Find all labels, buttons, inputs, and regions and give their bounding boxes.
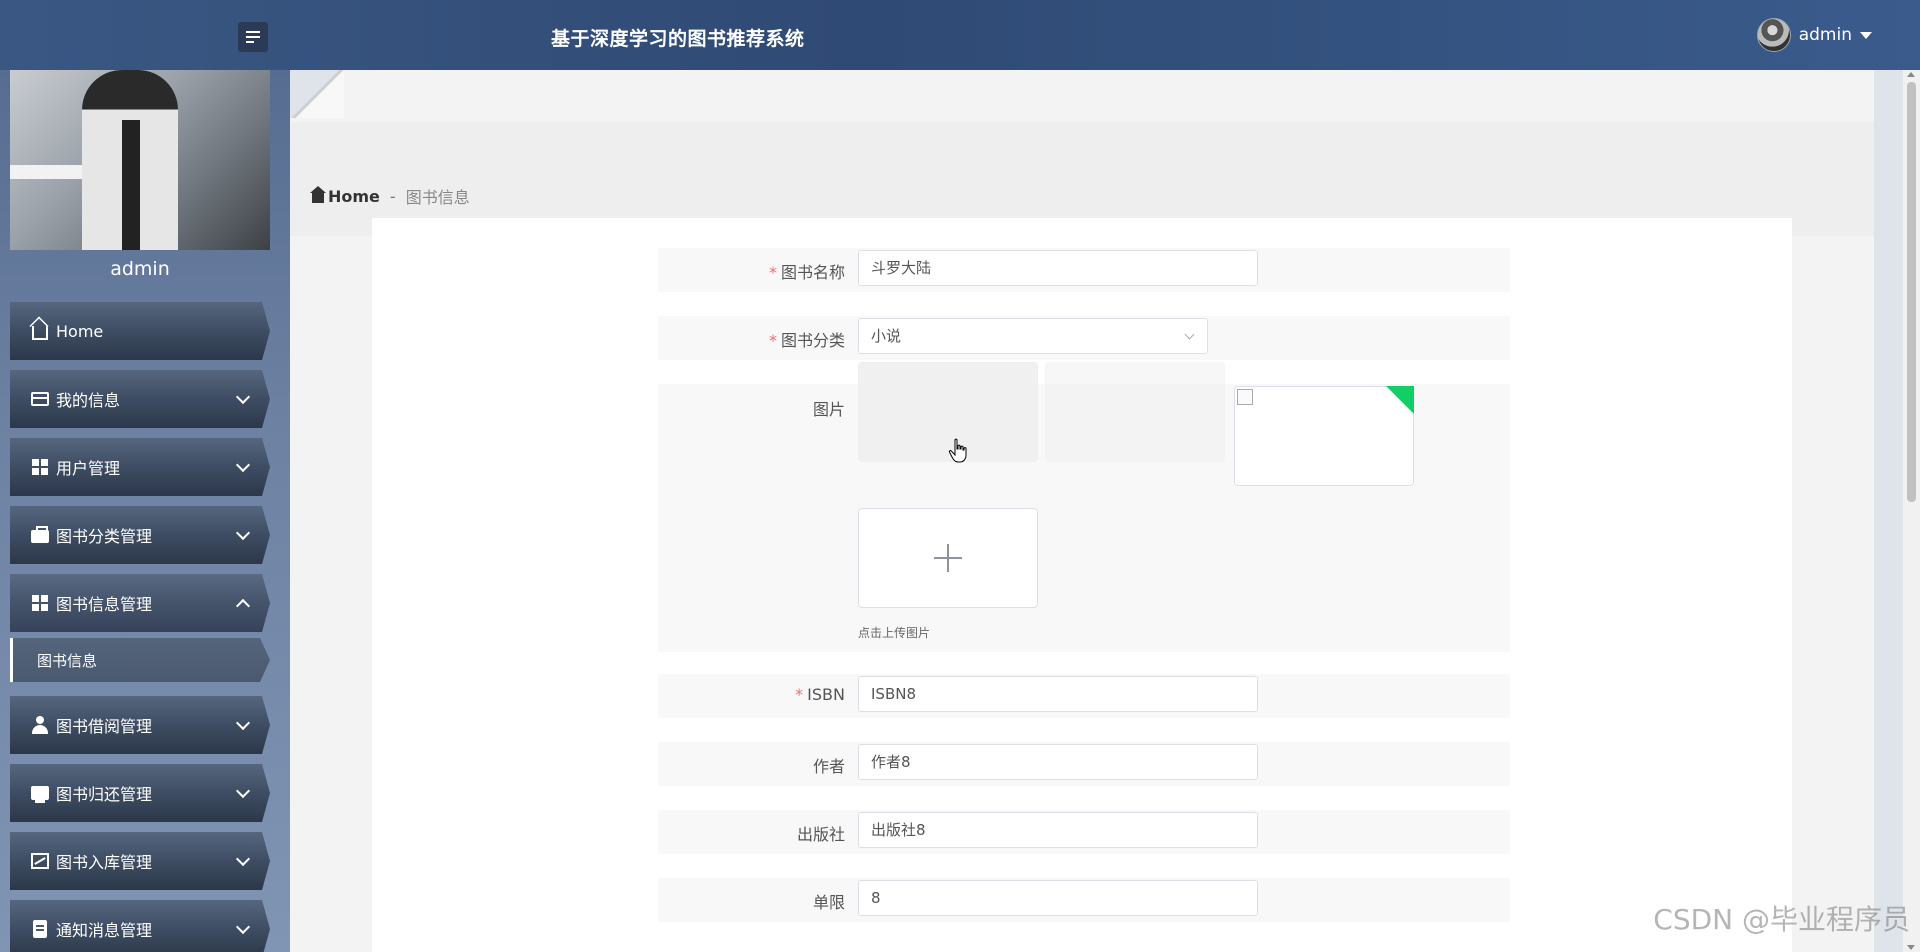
grid-icon <box>30 593 50 613</box>
sidebar: admin Home 我的信息 用户管理 图书分类管理 图书信息管理 图书信息 <box>0 70 290 952</box>
chevron-down-icon <box>235 715 251 731</box>
sidebar-item-home[interactable]: Home <box>10 302 270 360</box>
chevron-down-icon <box>235 851 251 867</box>
chevron-down-icon <box>1184 329 1195 340</box>
upload-tip: 点击上传图片 <box>858 626 931 640</box>
publisher-label: 出版社 <box>796 825 845 844</box>
sidebar-item-label: 图书信息管理 <box>56 595 153 614</box>
sidebar-item-label: 图书借阅管理 <box>56 717 153 736</box>
sidebar-subitem-book-info[interactable]: 图书信息 <box>10 638 270 682</box>
form-row-name: * 图书名称 斗罗大陆 <box>658 248 1510 292</box>
menu-toggle-icon[interactable] <box>238 22 268 52</box>
breadcrumb-home[interactable]: Home <box>310 185 380 206</box>
form-row-isbn: * ISBN ISBN8 <box>658 674 1510 718</box>
tray-icon <box>30 783 50 803</box>
author-label: 作者 <box>812 757 845 776</box>
image-label: 图片 <box>812 400 845 419</box>
main-panel: Home - 图书信息 * 图书名称 斗罗大陆 * 图书分类 小说 图片 点击上… <box>290 70 1874 952</box>
sidebar-item-stock-in[interactable]: 图书入库管理 <box>10 832 270 890</box>
author-input[interactable]: 作者8 <box>858 744 1258 780</box>
profile-name: admin <box>110 258 170 280</box>
sidebar-item-return[interactable]: 图书归还管理 <box>10 764 270 822</box>
form-row-image: 图片 点击上传图片 <box>658 362 1510 652</box>
name-label: * 图书名称 <box>768 263 845 282</box>
sidebar-nav: Home 我的信息 用户管理 图书分类管理 图书信息管理 图书信息 图书借阅管理 <box>10 302 270 952</box>
sidebar-subitem-label: 图书信息 <box>37 651 98 670</box>
chevron-down-icon <box>235 783 251 799</box>
sidebar-item-label: 图书入库管理 <box>56 853 153 872</box>
isbn-input[interactable]: ISBN8 <box>858 676 1258 712</box>
sidebar-item-label: 用户管理 <box>56 459 121 478</box>
avatar <box>1756 18 1791 52</box>
plus-icon <box>934 544 962 572</box>
chart-icon <box>30 851 50 871</box>
image-thumb-faded <box>1045 362 1225 462</box>
sidebar-item-book-info-management[interactable]: 图书信息管理 <box>10 574 270 632</box>
form-row-author: 作者 作者8 <box>658 742 1510 786</box>
chevron-down-icon <box>235 389 251 405</box>
profile-photo <box>10 70 270 250</box>
category-select-value: 小说 <box>871 327 902 345</box>
form-row-category: * 图书分类 小说 <box>658 316 1510 360</box>
breadcrumb-current: 图书信息 <box>405 188 470 207</box>
caret-down-icon <box>1860 31 1872 39</box>
image-thumb[interactable] <box>1234 386 1414 486</box>
chevron-down-icon <box>235 457 251 473</box>
watermark: CSDN @毕业程序员 <box>1653 903 1910 936</box>
breadcrumb: Home - 图书信息 <box>310 184 470 208</box>
user-menu[interactable]: admin <box>1756 18 1872 52</box>
sidebar-item-user-management[interactable]: 用户管理 <box>10 438 270 496</box>
form-row-publisher: 出版社 出版社8 <box>658 810 1510 854</box>
scrollbar-thumb[interactable] <box>1907 82 1916 502</box>
grid-icon <box>30 457 50 477</box>
category-label: * 图书分类 <box>768 331 845 350</box>
isbn-label: * ISBN <box>795 685 845 704</box>
name-input[interactable]: 斗罗大陆 <box>858 250 1258 286</box>
briefcase-icon <box>30 525 50 545</box>
broken-image-icon <box>1237 389 1253 405</box>
sidebar-item-label: 图书归还管理 <box>56 785 153 804</box>
page-curl-decoration <box>290 70 344 118</box>
clipboard-icon <box>30 919 50 939</box>
chevron-up-icon <box>235 598 251 614</box>
chevron-down-icon <box>235 919 251 935</box>
scroll-up-icon[interactable] <box>1907 72 1915 77</box>
category-select[interactable]: 小说 <box>858 318 1208 354</box>
sidebar-item-label: 通知消息管理 <box>56 921 153 940</box>
sidebar-item-label: Home <box>56 321 104 341</box>
breadcrumb-home-label: Home <box>328 186 380 206</box>
user-icon <box>30 715 50 735</box>
sidebar-item-book-category[interactable]: 图书分类管理 <box>10 506 270 564</box>
chevron-down-icon <box>235 525 251 541</box>
breadcrumb-separator: - <box>389 186 396 206</box>
sidebar-item-label: 图书分类管理 <box>56 527 153 546</box>
form-row-limit: 单限 8 <box>658 878 1510 922</box>
hand-cursor-icon <box>948 438 967 463</box>
sidebar-item-notice[interactable]: 通知消息管理 <box>10 900 270 952</box>
app-title: 基于深度学习的图书推荐系统 <box>551 28 805 50</box>
page-scrollbar[interactable] <box>1903 70 1920 952</box>
limit-label: 单限 <box>812 893 845 912</box>
top-bar: 基于深度学习的图书推荐系统 admin <box>0 0 1920 70</box>
upload-success-badge <box>1386 386 1414 414</box>
upload-image-button[interactable] <box>858 508 1038 608</box>
publisher-input[interactable]: 出版社8 <box>858 812 1258 848</box>
home-icon <box>30 321 50 341</box>
book-form: * 图书名称 斗罗大陆 * 图书分类 小说 图片 点击上传图片 * ISBN I… <box>372 218 1792 952</box>
sidebar-item-my-info[interactable]: 我的信息 <box>10 370 270 428</box>
username-label: admin <box>1798 25 1852 45</box>
sidebar-item-borrow[interactable]: 图书借阅管理 <box>10 696 270 754</box>
home-icon <box>310 185 326 203</box>
card-icon <box>30 389 50 409</box>
limit-input[interactable]: 8 <box>858 880 1258 916</box>
sidebar-item-label: 我的信息 <box>56 391 121 410</box>
scroll-down-icon[interactable] <box>1907 945 1915 950</box>
